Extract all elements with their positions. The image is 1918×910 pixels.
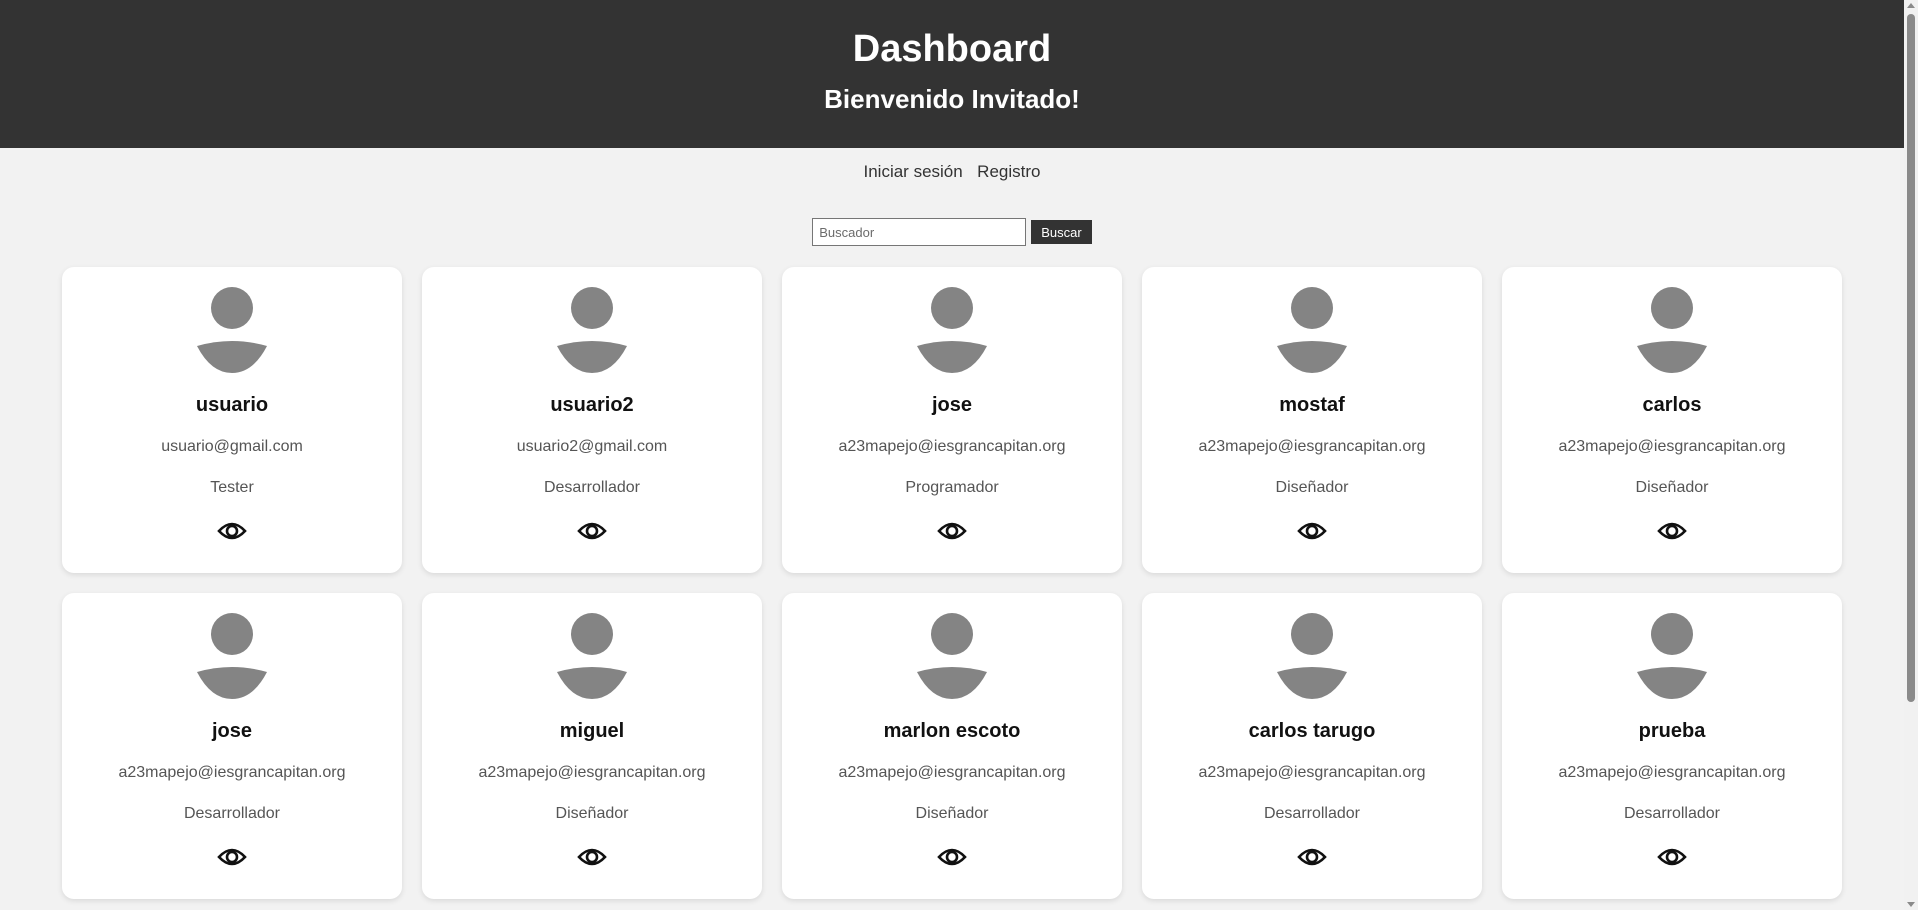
eye-icon[interactable] [1657, 846, 1687, 868]
user-avatar-icon [1277, 287, 1347, 373]
scroll-down-arrow-icon[interactable] [1907, 902, 1915, 907]
scrollbar-thumb[interactable] [1907, 14, 1915, 702]
user-email: a23mapejo@iesgrancapitan.org [1198, 764, 1426, 781]
user-avatar-icon [1277, 613, 1347, 699]
user-email: a23mapejo@iesgrancapitan.org [1558, 764, 1786, 781]
user-avatar-icon [197, 613, 267, 699]
user-email: usuario@gmail.com [161, 438, 303, 455]
user-card: jose a23mapejo@iesgrancapitan.org Desarr… [62, 593, 402, 899]
user-name: miguel [559, 720, 625, 742]
user-name: usuario2 [550, 394, 634, 416]
user-avatar-icon [917, 287, 987, 373]
user-name: jose [931, 394, 973, 416]
user-card-grid: usuario usuario@gmail.com Tester usuario… [62, 267, 1842, 899]
user-role: Diseñador [1275, 479, 1349, 496]
user-name: usuario [195, 394, 269, 416]
user-card: jose a23mapejo@iesgrancapitan.org Progra… [782, 267, 1122, 573]
search-button[interactable]: Buscar [1031, 220, 1092, 244]
user-avatar-icon [1637, 613, 1707, 699]
user-card: carlos tarugo a23mapejo@iesgrancapitan.o… [1142, 593, 1482, 899]
search-input[interactable] [812, 218, 1027, 246]
user-role: Desarrollador [1263, 805, 1361, 822]
user-role: Desarrollador [183, 805, 281, 822]
scroll-up-arrow-icon[interactable] [1907, 3, 1915, 8]
user-name: mostaf [1279, 394, 1345, 416]
user-role: Programador [905, 479, 999, 496]
eye-icon[interactable] [937, 846, 967, 868]
user-role: Diseñador [555, 805, 629, 822]
user-email: a23mapejo@iesgrancapitan.org [118, 764, 346, 781]
register-link[interactable]: Registro [977, 162, 1040, 182]
user-name: prueba [1638, 720, 1706, 742]
user-avatar-icon [557, 613, 627, 699]
page-title: Dashboard [852, 28, 1052, 70]
user-card: mostaf a23mapejo@iesgrancapitan.org Dise… [1142, 267, 1482, 573]
user-name: marlon escoto [883, 720, 1021, 742]
user-card: miguel a23mapejo@iesgrancapitan.org Dise… [422, 593, 762, 899]
vertical-scrollbar[interactable] [1904, 0, 1918, 910]
eye-icon[interactable] [1657, 520, 1687, 542]
user-avatar-icon [557, 287, 627, 373]
login-link[interactable]: Iniciar sesión [864, 162, 963, 182]
user-card: marlon escoto a23mapejo@iesgrancapitan.o… [782, 593, 1122, 899]
eye-icon[interactable] [937, 520, 967, 542]
user-email: a23mapejo@iesgrancapitan.org [1198, 438, 1426, 455]
user-name: jose [211, 720, 253, 742]
eye-icon[interactable] [217, 846, 247, 868]
user-email: a23mapejo@iesgrancapitan.org [838, 438, 1066, 455]
user-email: a23mapejo@iesgrancapitan.org [838, 764, 1066, 781]
user-avatar-icon [1637, 287, 1707, 373]
user-card: prueba a23mapejo@iesgrancapitan.org Desa… [1502, 593, 1842, 899]
user-email: a23mapejo@iesgrancapitan.org [1558, 438, 1786, 455]
eye-icon[interactable] [577, 520, 607, 542]
user-name: carlos [1642, 394, 1702, 416]
top-nav: Iniciar sesión Registro [0, 162, 1904, 188]
user-email: a23mapejo@iesgrancapitan.org [478, 764, 706, 781]
search-bar: Buscar [0, 218, 1904, 246]
page-header: Dashboard Bienvenido Invitado! [0, 0, 1904, 148]
eye-icon[interactable] [1297, 846, 1327, 868]
user-role: Diseñador [915, 805, 989, 822]
welcome-message: Bienvenido Invitado! [824, 84, 1080, 114]
user-role: Tester [210, 479, 254, 496]
eye-icon[interactable] [577, 846, 607, 868]
eye-icon[interactable] [217, 520, 247, 542]
user-card: usuario usuario@gmail.com Tester [62, 267, 402, 573]
user-card: carlos a23mapejo@iesgrancapitan.org Dise… [1502, 267, 1842, 573]
user-role: Desarrollador [1623, 805, 1721, 822]
user-email: usuario2@gmail.com [516, 438, 668, 455]
user-name: carlos tarugo [1248, 720, 1376, 742]
user-card: usuario2 usuario2@gmail.com Desarrollado… [422, 267, 762, 573]
eye-icon[interactable] [1297, 520, 1327, 542]
user-role: Diseñador [1635, 479, 1709, 496]
user-avatar-icon [197, 287, 267, 373]
user-role: Desarrollador [543, 479, 641, 496]
user-avatar-icon [917, 613, 987, 699]
